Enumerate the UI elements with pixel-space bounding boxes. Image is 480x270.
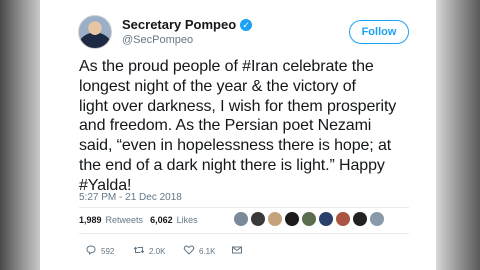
tweet-timestamp[interactable]: 5:27 PM - 21 Dec 2018 (79, 192, 182, 203)
tweet-card: Secretary Pompeo ✓ @SecPompeo Follow ⌄ A… (40, 0, 436, 270)
tweet-text-line: said, “even in hopelessness there is hop… (79, 137, 392, 155)
user-handle[interactable]: @SecPompeo (122, 34, 193, 46)
liker-avatar[interactable] (233, 211, 249, 227)
liker-avatar[interactable] (267, 211, 283, 227)
background-left (0, 0, 40, 270)
tweet-actions: 592 2.0K 6.1K (85, 244, 279, 258)
reply-icon (85, 244, 97, 258)
retweets-count[interactable]: 1,989 (79, 215, 102, 225)
tweet-text-line: longest night of the year & the victory … (79, 77, 356, 95)
retweet-count: 2.0K (149, 246, 166, 256)
author-name-row: Secretary Pompeo ✓ (122, 17, 253, 32)
background-right (436, 0, 480, 270)
tweet-text-line: As the proud people of #Iran celebrate t… (79, 58, 374, 75)
tweet-text-line: light over darkness, I wish for them pro… (79, 97, 397, 115)
engagement-stats: 1,989 Retweets 6,062 Likes (79, 215, 198, 225)
liker-avatar[interactable] (369, 211, 385, 227)
liker-avatar[interactable] (284, 211, 300, 227)
reply-count: 592 (101, 246, 115, 256)
divider (79, 207, 409, 208)
like-count: 6.1K (199, 246, 216, 256)
retweet-icon (133, 244, 145, 258)
tweet-text: As the proud people of #Iran celebrate t… (79, 57, 409, 196)
likes-count[interactable]: 6,062 (150, 215, 173, 225)
liker-avatars (233, 211, 385, 227)
tweet-text-line: and freedom. As the Persian poet Nezami (79, 117, 372, 135)
tweet-text-line: the end of a dark night there is light.”… (79, 156, 385, 174)
retweets-label[interactable]: Retweets (106, 215, 144, 225)
likes-label[interactable]: Likes (177, 215, 198, 225)
liker-avatar[interactable] (301, 211, 317, 227)
heart-icon (183, 244, 195, 258)
liker-avatar[interactable] (318, 211, 334, 227)
follow-button[interactable]: Follow (349, 20, 409, 44)
display-name[interactable]: Secretary Pompeo (122, 17, 236, 32)
liker-avatar[interactable] (335, 211, 351, 227)
direct-message-button[interactable] (231, 244, 279, 258)
verified-badge-icon: ✓ (240, 18, 253, 31)
avatar[interactable] (78, 15, 112, 49)
liker-avatar[interactable] (250, 211, 266, 227)
liker-avatar[interactable] (352, 211, 368, 227)
envelope-icon (231, 244, 243, 258)
like-button[interactable]: 6.1K (183, 244, 231, 258)
divider (79, 233, 409, 234)
reply-button[interactable]: 592 (85, 244, 133, 258)
retweet-button[interactable]: 2.0K (133, 244, 183, 258)
